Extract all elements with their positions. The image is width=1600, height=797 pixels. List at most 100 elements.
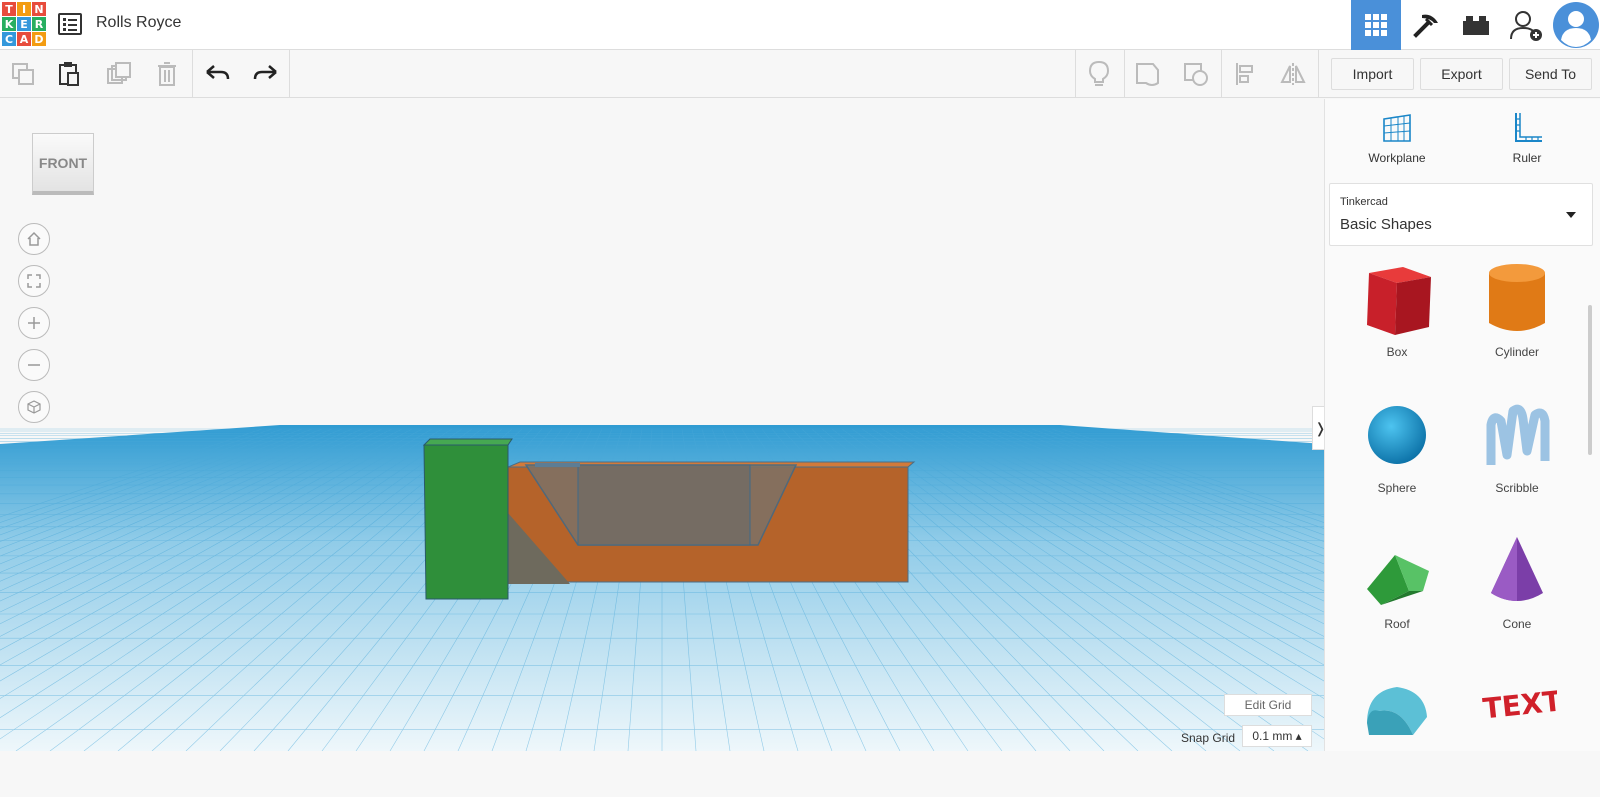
panel-scrollbar[interactable] bbox=[1588, 305, 1592, 455]
import-button[interactable]: Import bbox=[1331, 58, 1414, 90]
zoom-in-icon bbox=[28, 317, 40, 329]
design-list-icon[interactable] bbox=[58, 13, 82, 35]
ungroup-icon bbox=[1184, 63, 1208, 86]
half-cylinder-shape-icon bbox=[1367, 687, 1427, 735]
view-cube[interactable]: FRONT bbox=[32, 133, 94, 195]
cylinder-shape-icon bbox=[1489, 264, 1545, 331]
perspective-button[interactable] bbox=[18, 391, 50, 423]
snap-grid-label: Snap Grid bbox=[1181, 731, 1236, 745]
workplane-button[interactable]: Workplane bbox=[1347, 111, 1447, 171]
mirror-button[interactable] bbox=[1270, 50, 1316, 98]
ruler-button[interactable]: Ruler bbox=[1477, 111, 1577, 171]
logo-letter: I bbox=[17, 2, 31, 16]
group-button[interactable] bbox=[1125, 50, 1171, 98]
edit-grid-button[interactable]: Edit Grid bbox=[1224, 694, 1312, 716]
3d-workspace[interactable]: FRONT ❭ Edit Grid Snap Grid 0.1 mm ▴ bbox=[0, 99, 1324, 751]
paste-button[interactable] bbox=[46, 50, 92, 98]
document-title[interactable]: Rolls Royce bbox=[96, 14, 181, 32]
codeblocks-button[interactable] bbox=[1401, 0, 1451, 50]
shape-text[interactable]: TEXT bbox=[1462, 667, 1572, 797]
workplane-label: Workplane bbox=[1368, 151, 1426, 165]
zoom-out-icon bbox=[28, 364, 40, 366]
logo-letter: K bbox=[2, 17, 16, 31]
fit-view-button[interactable] bbox=[18, 265, 50, 297]
align-icon bbox=[1236, 63, 1253, 85]
shape-cylinder[interactable]: Cylinder bbox=[1462, 259, 1572, 389]
shape-library-dropdown[interactable]: Tinkercad Basic Shapes bbox=[1329, 183, 1593, 246]
send-to-button[interactable]: Send To bbox=[1509, 58, 1592, 90]
shape-half-cylinder[interactable] bbox=[1342, 667, 1452, 797]
align-button[interactable] bbox=[1222, 50, 1268, 98]
logo-letter: T bbox=[2, 2, 16, 16]
library-source-label: Tinkercad bbox=[1340, 196, 1388, 208]
grid-view-button[interactable] bbox=[1351, 0, 1401, 50]
copy-button[interactable] bbox=[0, 50, 46, 98]
shape-label: Cylinder bbox=[1494, 345, 1539, 359]
workplane-icon bbox=[1383, 114, 1411, 142]
grid-view-icon bbox=[1365, 14, 1387, 36]
pickaxe-icon bbox=[1413, 14, 1438, 38]
shape-label: Box bbox=[1386, 345, 1408, 359]
logo-letter: E bbox=[17, 17, 31, 31]
shape-roof[interactable]: Roof bbox=[1342, 531, 1452, 661]
avatar bbox=[1552, 2, 1599, 48]
zoom-in-button[interactable] bbox=[18, 307, 50, 339]
add-user-icon bbox=[1510, 11, 1542, 41]
scribble-shape-icon bbox=[1486, 404, 1550, 465]
shape-label: Roof bbox=[1384, 617, 1410, 631]
tinkercad-logo[interactable]: TIN KER CAD bbox=[2, 2, 46, 47]
lightbulb-icon bbox=[1088, 60, 1110, 86]
copy-icon bbox=[12, 63, 34, 85]
shape-cone[interactable]: Cone bbox=[1462, 531, 1572, 661]
caret-down-icon bbox=[1566, 212, 1576, 218]
paste-icon bbox=[59, 62, 79, 86]
perspective-icon bbox=[27, 400, 41, 414]
fit-icon bbox=[27, 274, 41, 288]
shape-scribble[interactable]: Scribble bbox=[1462, 395, 1572, 525]
workplane-grid[interactable] bbox=[0, 99, 1324, 751]
sphere-shape-icon bbox=[1368, 406, 1426, 464]
logo-letter: N bbox=[32, 2, 46, 16]
shapes-panel: Workplane Ruler Tinkercad Basic Shapes B… bbox=[1324, 99, 1600, 751]
redo-button[interactable] bbox=[242, 50, 288, 98]
export-button[interactable]: Export bbox=[1420, 58, 1503, 90]
group-icon bbox=[1136, 63, 1159, 86]
home-view-button[interactable] bbox=[18, 223, 50, 255]
shape-label: Scribble bbox=[1495, 481, 1539, 495]
delete-icon bbox=[158, 62, 176, 86]
logo-letter: R bbox=[32, 17, 46, 31]
user-avatar-button[interactable] bbox=[1551, 0, 1600, 50]
invite-user-button[interactable] bbox=[1501, 0, 1551, 50]
cone-shape-icon bbox=[1491, 537, 1543, 601]
home-icon bbox=[27, 231, 41, 246]
green-box[interactable] bbox=[423, 444, 509, 600]
brick-icon bbox=[1463, 16, 1489, 35]
snap-grid-select[interactable]: 0.1 mm ▴ bbox=[1242, 725, 1312, 747]
duplicate-icon bbox=[107, 62, 131, 84]
library-name: Basic Shapes bbox=[1340, 216, 1432, 233]
mirror-icon bbox=[1280, 63, 1306, 85]
undo-button[interactable] bbox=[195, 50, 241, 98]
logo-letter: A bbox=[17, 32, 31, 46]
redo-icon bbox=[253, 65, 277, 80]
roof-shape-icon bbox=[1367, 555, 1429, 605]
delete-button[interactable] bbox=[144, 50, 190, 98]
undo-icon bbox=[206, 65, 230, 80]
logo-letter: D bbox=[32, 32, 46, 46]
duplicate-button[interactable] bbox=[96, 50, 142, 98]
edit-toolbar: Import Export Send To bbox=[0, 50, 1600, 98]
top-bar: TIN KER CAD Rolls Royce bbox=[0, 0, 1600, 50]
shape-sphere[interactable]: Sphere bbox=[1342, 395, 1452, 525]
ungroup-button[interactable] bbox=[1173, 50, 1219, 98]
zoom-out-button[interactable] bbox=[18, 349, 50, 381]
box-shape-icon bbox=[1367, 267, 1431, 335]
logo-letter: C bbox=[2, 32, 16, 46]
ruler-icon bbox=[1515, 113, 1542, 142]
bricks-button[interactable] bbox=[1451, 0, 1501, 50]
svg-text:TEXT: TEXT bbox=[1481, 684, 1557, 725]
shape-label: Sphere bbox=[1377, 481, 1417, 495]
shape-box[interactable]: Box bbox=[1342, 259, 1452, 389]
notes-button[interactable] bbox=[1076, 50, 1122, 98]
shape-label: Cone bbox=[1502, 617, 1532, 631]
collapse-panel-button[interactable]: ❭ bbox=[1312, 406, 1324, 450]
